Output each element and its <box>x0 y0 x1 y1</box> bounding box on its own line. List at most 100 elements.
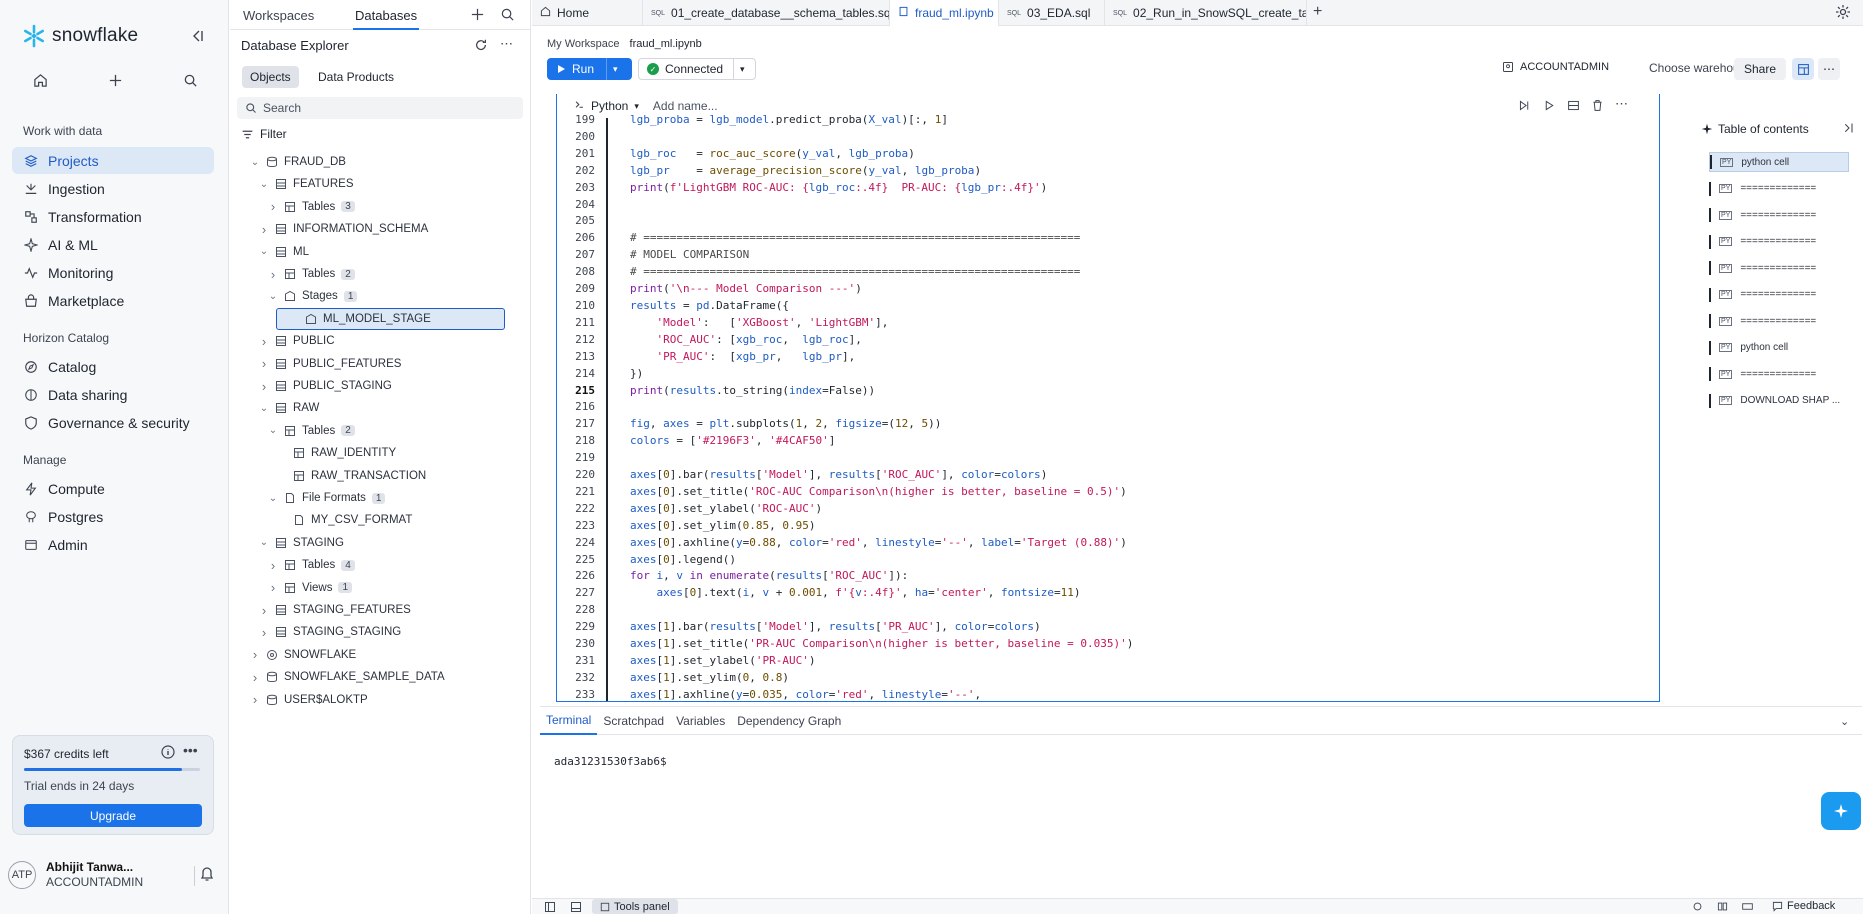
nav-item-ingestion[interactable]: Ingestion <box>12 175 214 202</box>
nav-item-ai-ml[interactable]: AI & ML <box>12 231 214 258</box>
file-tab[interactable]: SQL 03_EDA.sql <box>999 0 1105 26</box>
more-icon[interactable]: ⋯ <box>1615 96 1628 112</box>
nav-item-data-sharing[interactable]: Data sharing <box>12 381 214 408</box>
tree-item[interactable]: › Tables 4 <box>268 555 355 575</box>
tree-item[interactable]: › SNOWFLAKE <box>250 645 356 665</box>
chevron-down-icon[interactable]: ⌄ <box>268 493 278 504</box>
upgrade-button[interactable]: Upgrade <box>24 804 202 827</box>
more-icon[interactable]: ••• <box>183 742 198 758</box>
chevron-right-icon[interactable]: › <box>259 379 269 394</box>
chevron-down-icon[interactable]: ▾ <box>613 64 618 75</box>
chevron-right-icon[interactable]: › <box>259 356 269 371</box>
refresh-icon[interactable] <box>474 38 488 55</box>
tree-item[interactable]: › PUBLIC_FEATURES <box>259 354 402 374</box>
cell-name-input[interactable]: Add name... <box>653 99 718 113</box>
user-menu[interactable]: ATP Abhijit Tanwa... ACCOUNTADMIN <box>8 860 220 889</box>
chevron-right-icon[interactable]: › <box>259 222 269 237</box>
tree-item[interactable]: › Tables 2 <box>268 264 355 284</box>
bottom-tab[interactable]: Variables <box>670 707 731 735</box>
tools-panel-button[interactable]: Tools panel <box>592 899 678 914</box>
filter-button[interactable]: Filter <box>241 127 287 141</box>
chevron-down-icon[interactable]: ⌄ <box>259 179 269 190</box>
crumb-workspace[interactable]: My Workspace <box>547 38 620 50</box>
tree-item[interactable]: ⌄ Tables 2 <box>268 421 355 441</box>
nav-item-catalog[interactable]: Catalog <box>12 353 214 380</box>
tree-item[interactable]: RAW_TRANSACTION <box>277 466 426 486</box>
chevron-right-icon[interactable]: › <box>268 558 278 573</box>
more-icon[interactable]: ⋯ <box>500 36 513 52</box>
toc-item[interactable]: PY ============= <box>1709 205 1849 225</box>
nav-item-transformation[interactable]: Transformation <box>12 203 214 230</box>
role-selector[interactable]: ACCOUNTADMIN <box>1502 61 1609 73</box>
run-above-icon[interactable] <box>1518 99 1531 115</box>
tree-item[interactable]: › STAGING_FEATURES <box>259 600 411 620</box>
terminal-prompt[interactable]: ada31231530f3ab6$ <box>554 755 667 768</box>
plus-icon[interactable] <box>105 70 125 90</box>
bottom-tab[interactable]: Scratchpad <box>597 707 670 735</box>
home-icon[interactable] <box>30 70 50 90</box>
tree-item[interactable]: ML_MODEL_STAGE <box>276 307 505 330</box>
toc-item[interactable]: PY ============= <box>1709 285 1849 305</box>
book-icon[interactable] <box>1717 901 1728 915</box>
collapse-cell-icon[interactable] <box>1567 99 1580 115</box>
search-icon[interactable] <box>180 70 200 90</box>
toc-item[interactable]: PY python cell <box>1709 338 1849 358</box>
toc-item[interactable]: PY ============= <box>1709 179 1849 199</box>
tree-item[interactable]: › SNOWFLAKE_SAMPLE_DATA <box>250 667 445 687</box>
nav-item-governance[interactable]: Governance & security <box>12 409 214 436</box>
file-tab[interactable]: SQL 02_Run_in_SnowSQL_create_tables_load_… <box>1105 0 1307 26</box>
sync-icon[interactable] <box>1692 901 1703 915</box>
tree-item[interactable]: ⌄ Stages 1 <box>268 286 358 306</box>
feedback-button[interactable]: Feedback <box>1772 900 1835 912</box>
toc-item[interactable]: PY ============= <box>1709 258 1849 278</box>
chevron-right-icon[interactable]: › <box>250 692 260 707</box>
nav-item-admin[interactable]: Admin <box>12 531 214 558</box>
settings-icon[interactable] <box>1835 4 1851 23</box>
tab-databases[interactable]: Databases <box>352 8 420 30</box>
chevron-down-icon[interactable]: ⌄ <box>259 403 269 414</box>
close-panel-icon[interactable] <box>1843 122 1855 137</box>
chevron-right-icon[interactable]: › <box>250 647 260 662</box>
chevron-right-icon[interactable]: › <box>259 603 269 618</box>
tree-item[interactable]: › STAGING_STAGING <box>259 622 401 642</box>
connection-status[interactable]: ✓ Connected ▾ <box>638 58 756 80</box>
tree-item[interactable]: ⌄ ML <box>259 242 309 262</box>
tree-item[interactable]: › PUBLIC <box>259 331 335 351</box>
file-tab[interactable]: SQL 01_create_database__schema_tables.sql <box>643 0 890 26</box>
assistant-sparkle-button[interactable] <box>1821 792 1861 830</box>
toc-item[interactable]: PY ============= <box>1709 364 1849 384</box>
tree-item[interactable]: › Tables 3 <box>268 197 355 217</box>
notebook-cell[interactable]: Python ▾ Add name... ⋯ 199 200 201 202 203 20… <box>556 94 1660 702</box>
bottom-tab[interactable]: Terminal <box>540 707 598 735</box>
code-lines[interactable]: lgb_proba = lgb_model.predict_proba(X_va… <box>630 113 1133 701</box>
tree-item[interactable]: › PUBLIC_STAGING <box>259 376 392 396</box>
new-tab-icon[interactable]: + <box>1313 3 1322 21</box>
trash-icon[interactable] <box>1591 99 1604 115</box>
chevron-right-icon[interactable]: › <box>268 199 278 214</box>
chevron-down-icon[interactable]: ▾ <box>634 101 639 112</box>
code-editor[interactable]: 199 200 201 202 203 204 205 206 207 208 209 210 211 2… <box>557 113 1659 701</box>
tab-workspaces[interactable]: Workspaces <box>243 8 314 23</box>
crumb-file[interactable]: fraud_ml.ipynb <box>630 38 702 50</box>
pill-data-products[interactable]: Data Products <box>310 66 402 88</box>
chevron-down-icon[interactable]: ⌄ <box>259 537 269 548</box>
tree-item[interactable]: RAW_IDENTITY <box>277 443 396 463</box>
tree-item[interactable]: MY_CSV_FORMAT <box>277 510 412 530</box>
chevron-right-icon[interactable]: › <box>268 267 278 282</box>
snowflake-logo[interactable]: snowflake <box>22 24 138 48</box>
nav-item-projects[interactable]: Projects <box>12 147 214 174</box>
tree-item[interactable]: ⌄ FEATURES <box>259 174 354 194</box>
toc-item[interactable]: PY DOWNLOAD SHAP ... <box>1709 391 1849 411</box>
chevron-right-icon[interactable]: › <box>250 670 260 685</box>
keyboard-icon[interactable] <box>1742 901 1753 915</box>
tree-item[interactable]: › INFORMATION_SCHEMA <box>259 219 428 239</box>
bell-icon[interactable] <box>200 866 214 885</box>
file-tab[interactable]: Home <box>532 0 643 26</box>
chevron-right-icon[interactable]: › <box>259 334 269 349</box>
layout-toggle-icon[interactable] <box>1792 58 1814 80</box>
info-icon[interactable] <box>160 744 176 763</box>
chevron-down-icon[interactable]: ⌄ <box>268 291 278 302</box>
tree-item[interactable]: ⌄ STAGING <box>259 533 344 553</box>
chevron-down-icon[interactable]: ▾ <box>740 64 745 75</box>
chevron-right-icon[interactable]: › <box>268 580 278 595</box>
